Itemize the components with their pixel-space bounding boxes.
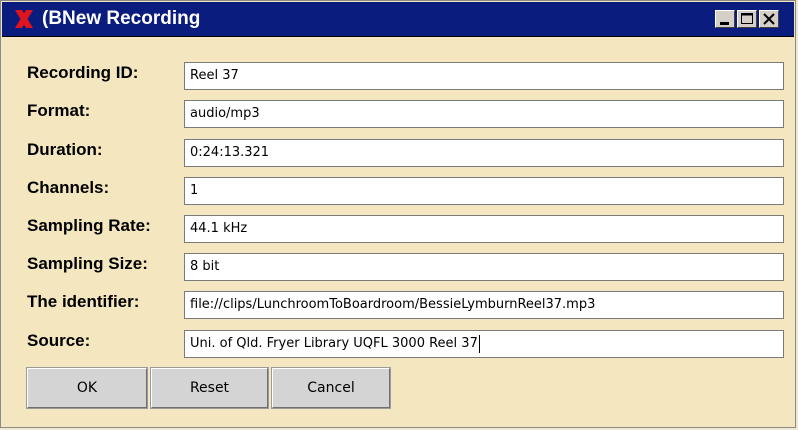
channels-label: Channels:: [27, 178, 110, 197]
sampling-rate-field[interactable]: 44.1 kHz: [184, 215, 784, 243]
channels-field[interactable]: 1: [184, 177, 784, 205]
duration-label: Duration:: [27, 140, 103, 159]
duration-field[interactable]: 0:24:13.321: [184, 139, 784, 167]
duration-value: 0:24:13.321: [190, 145, 270, 160]
source-field[interactable]: Uni. of Qld. Fryer Library UQFL 3000 Ree…: [184, 330, 784, 358]
identifier-label: The identifier:: [27, 292, 140, 311]
identifier-value: file://clips/LunchroomToBoardroom/Bessie…: [190, 297, 596, 312]
ok-button[interactable]: OK: [27, 368, 147, 408]
identifier-field[interactable]: file://clips/LunchroomToBoardroom/Bessie…: [184, 291, 784, 319]
channels-value: 1: [190, 183, 199, 198]
x-logo-icon: [15, 10, 33, 28]
recording-id-field[interactable]: Reel 37: [184, 62, 784, 90]
new-recording-dialog: (BNew Recording Recording ID: Reel 37 Fo…: [0, 0, 796, 428]
text-caret: [478, 334, 480, 353]
close-button[interactable]: [759, 10, 779, 28]
source-label: Source:: [27, 331, 91, 350]
sampling-size-label: Sampling Size:: [27, 254, 148, 273]
minimize-button[interactable]: [715, 10, 735, 28]
maximize-button[interactable]: [737, 10, 757, 28]
source-value: Uni. of Qld. Fryer Library UQFL 3000 Ree…: [190, 336, 478, 351]
format-field[interactable]: audio/mp3: [184, 100, 784, 128]
reset-button[interactable]: Reset: [151, 368, 268, 408]
minimize-icon: [720, 22, 729, 25]
close-icon: [763, 13, 775, 25]
sampling-rate-value: 44.1 kHz: [190, 221, 248, 236]
maximize-icon: [741, 13, 753, 24]
format-label: Format:: [27, 101, 91, 120]
recording-id-value: Reel 37: [190, 68, 239, 83]
cancel-button[interactable]: Cancel: [272, 368, 390, 408]
title-bar[interactable]: (BNew Recording: [2, 2, 794, 37]
sampling-size-field[interactable]: 8 bit: [184, 253, 784, 281]
sampling-size-value: 8 bit: [190, 259, 220, 274]
format-value: audio/mp3: [190, 106, 260, 121]
recording-id-label: Recording ID:: [27, 63, 139, 82]
window-title: (BNew Recording: [42, 8, 201, 29]
sampling-rate-label: Sampling Rate:: [27, 216, 151, 235]
